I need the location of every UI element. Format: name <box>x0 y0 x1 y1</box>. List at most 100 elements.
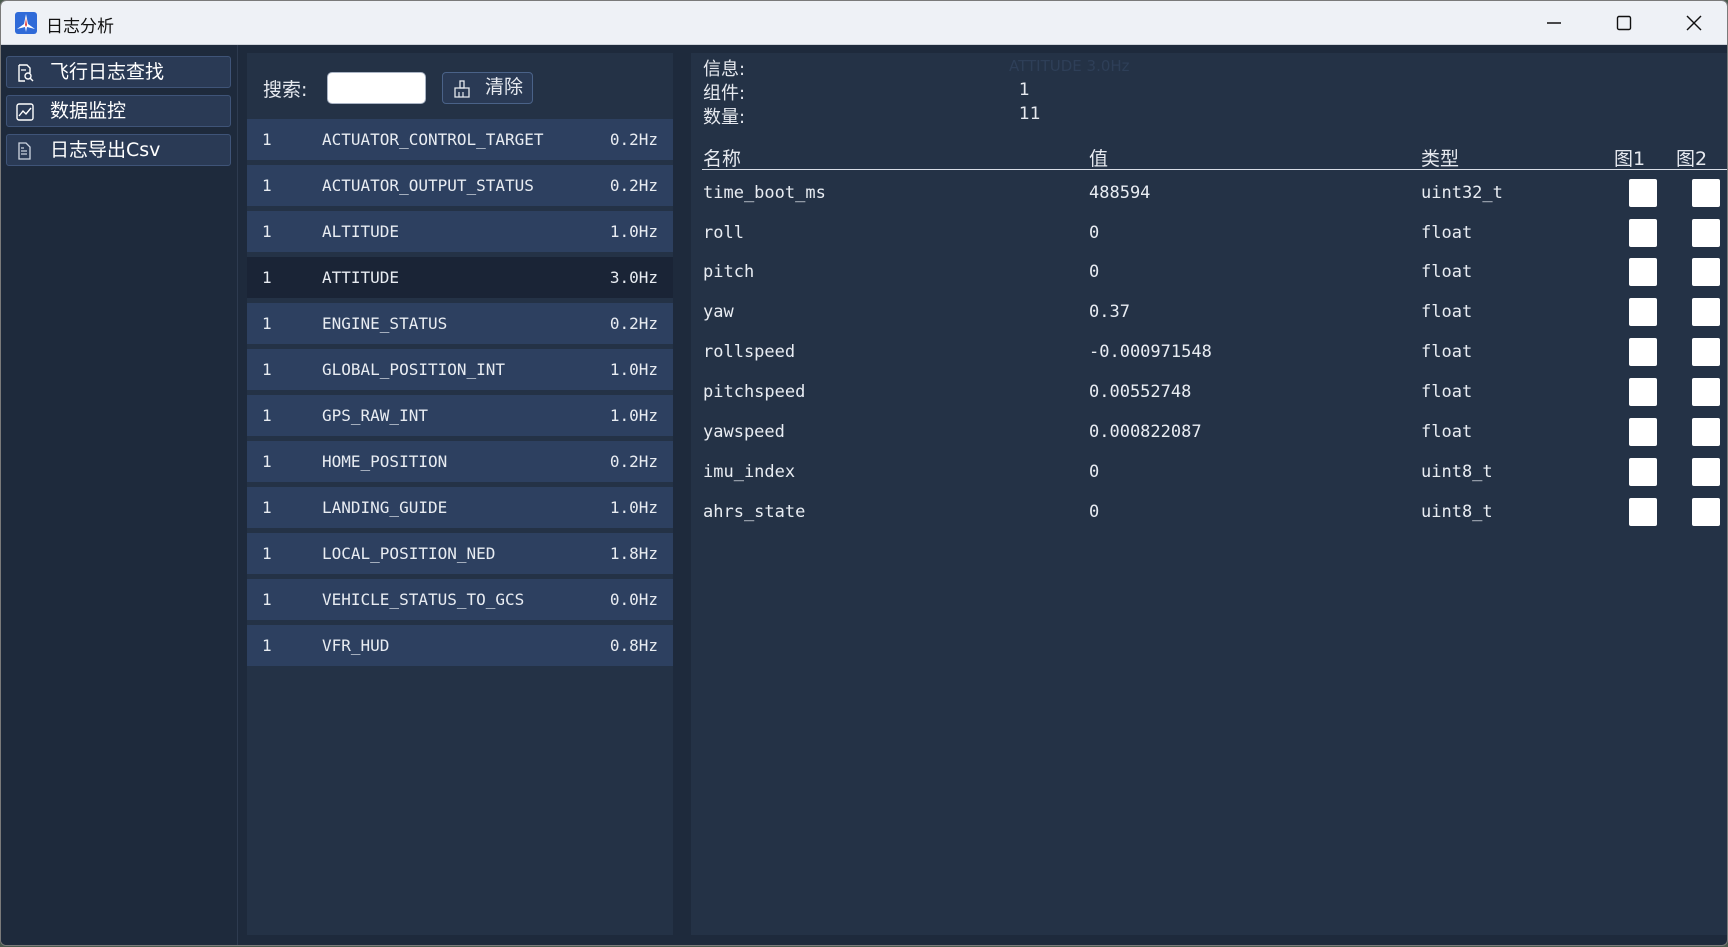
field-name: yawspeed <box>703 422 785 442</box>
broom-icon <box>452 80 472 104</box>
plot1-checkbox[interactable] <box>1629 418 1657 446</box>
count-value: 11 <box>1019 104 1041 124</box>
component-id: 1 <box>262 268 272 287</box>
message-rate: 0.0Hz <box>609 590 658 609</box>
plot1-checkbox[interactable] <box>1629 458 1657 486</box>
list-item[interactable]: 1 ACTUATOR_CONTROL_TARGET 0.2Hz <box>247 119 673 160</box>
plot1-checkbox[interactable] <box>1629 378 1657 406</box>
app-logo-icon <box>15 12 37 34</box>
list-item[interactable]: 1 GLOBAL_POSITION_INT 1.0Hz <box>247 349 673 390</box>
list-item[interactable]: 1 ACTUATOR_OUTPUT_STATUS 0.2Hz <box>247 165 673 206</box>
table-row: roll 0 float <box>702 214 1727 254</box>
table-row: time_boot_ms 488594 uint32_t <box>702 174 1727 214</box>
list-item[interactable]: 1 ENGINE_STATUS 0.2Hz <box>247 303 673 344</box>
sidebar-item-label: 数据监控 <box>50 100 127 122</box>
plot1-checkbox[interactable] <box>1629 338 1657 366</box>
component-id: 1 <box>262 314 272 333</box>
sidebar-item-label: 日志导出Csv <box>50 139 161 161</box>
plot2-checkbox[interactable] <box>1692 338 1720 366</box>
field-name: yaw <box>703 302 734 322</box>
component-label: 组件: <box>703 83 746 104</box>
message-list: 1 ACTUATOR_CONTROL_TARGET 0.2Hz 1 ACTUATOR_… <box>247 119 673 671</box>
list-item[interactable]: 1 GPS_RAW_INT 1.0Hz <box>247 395 673 436</box>
field-type: uint32_t <box>1421 183 1503 203</box>
message-rate: 1.0Hz <box>609 222 658 241</box>
chart-icon <box>16 103 34 126</box>
column-header-name: 名称 <box>703 148 742 170</box>
field-type: float <box>1421 382 1473 402</box>
message-name: GLOBAL_POSITION_INT <box>322 360 506 379</box>
field-value: 0 <box>1089 502 1100 522</box>
list-item[interactable]: 1 LANDING_GUIDE 1.0Hz <box>247 487 673 528</box>
title-bar: 日志分析 <box>1 1 1727 45</box>
field-value: 0 <box>1089 462 1100 482</box>
column-header-value: 值 <box>1089 148 1109 170</box>
table-row: yawspeed 0.000822087 float <box>702 413 1727 453</box>
sidebar-item-flight-log-search[interactable]: 飞行日志查找 <box>6 56 231 88</box>
message-rate: 1.0Hz <box>609 406 658 425</box>
field-value: 488594 <box>1089 183 1151 203</box>
minimize-icon <box>1547 22 1561 24</box>
plot2-checkbox[interactable] <box>1692 378 1720 406</box>
field-value: 0 <box>1089 262 1100 282</box>
field-name: ahrs_state <box>703 502 806 522</box>
field-name: pitchspeed <box>703 382 806 402</box>
component-id: 1 <box>262 498 272 517</box>
sidebar-item-export-csv[interactable]: 日志导出Csv <box>6 134 231 166</box>
message-detail-panel: 信息: ATTITUDE 3.0Hz 组件: 1 数量: 11 名称 值 类型 … <box>691 53 1727 935</box>
list-item[interactable]: 1 VFR_HUD 0.8Hz <box>247 625 673 666</box>
field-type: uint8_t <box>1421 502 1493 522</box>
plot2-checkbox[interactable] <box>1692 418 1720 446</box>
plot2-checkbox[interactable] <box>1692 219 1720 247</box>
maximize-icon <box>1616 15 1632 31</box>
export-file-icon <box>16 142 34 165</box>
component-id: 1 <box>262 406 272 425</box>
message-rate: 0.2Hz <box>609 130 658 149</box>
list-item[interactable]: 1 HOME_POSITION 0.2Hz <box>247 441 673 482</box>
list-item[interactable]: 1 LOCAL_POSITION_NED 1.8Hz <box>247 533 673 574</box>
component-id: 1 <box>262 176 272 195</box>
column-header-type: 类型 <box>1421 148 1460 170</box>
column-header-plot1: 图1 <box>1614 148 1646 170</box>
list-item[interactable]: 1 VEHICLE_STATUS_TO_GCS 0.0Hz <box>247 579 673 620</box>
plot2-checkbox[interactable] <box>1692 458 1720 486</box>
message-name: HOME_POSITION <box>322 452 448 471</box>
table-row: yaw 0.37 float <box>702 293 1727 333</box>
plot2-checkbox[interactable] <box>1692 179 1720 207</box>
message-name: ACTUATOR_CONTROL_TARGET <box>322 130 544 149</box>
maximize-button[interactable] <box>1589 1 1659 45</box>
sidebar-item-data-monitor[interactable]: 数据监控 <box>6 95 231 127</box>
plot2-checkbox[interactable] <box>1692 298 1720 326</box>
message-rate: 0.8Hz <box>609 636 658 655</box>
component-id: 1 <box>262 544 272 563</box>
component-id: 1 <box>262 590 272 609</box>
plot1-checkbox[interactable] <box>1629 258 1657 286</box>
plot1-checkbox[interactable] <box>1629 498 1657 526</box>
plot1-checkbox[interactable] <box>1629 298 1657 326</box>
table-row: imu_index 0 uint8_t <box>702 453 1727 493</box>
message-rate: 1.0Hz <box>609 360 658 379</box>
message-list-panel: 搜索: 清除 1 ACTUATOR_CONTROL_TARGET 0.2Hz 1 AC… <box>247 53 673 935</box>
plot1-checkbox[interactable] <box>1629 179 1657 207</box>
plot2-checkbox[interactable] <box>1692 258 1720 286</box>
list-item-selected[interactable]: 1 ATTITUDE 3.0Hz <box>247 257 673 298</box>
field-value: 0 <box>1089 223 1100 243</box>
component-id: 1 <box>262 452 272 471</box>
field-type: uint8_t <box>1421 462 1493 482</box>
search-input[interactable] <box>327 72 426 104</box>
plot2-checkbox[interactable] <box>1692 498 1720 526</box>
field-type: float <box>1421 422 1473 442</box>
field-name: roll <box>703 223 744 243</box>
message-name: ALTITUDE <box>322 222 400 241</box>
sidebar: 飞行日志查找 数据监控 日志导出Csv <box>1 45 238 945</box>
close-button[interactable] <box>1659 1 1727 45</box>
plot1-checkbox[interactable] <box>1629 219 1657 247</box>
component-id: 1 <box>262 636 272 655</box>
sidebar-item-label: 飞行日志查找 <box>50 61 165 83</box>
log-search-icon <box>16 64 34 87</box>
field-name: pitch <box>703 262 755 282</box>
minimize-button[interactable] <box>1519 1 1589 45</box>
info-value: ATTITUDE 3.0Hz <box>1009 57 1130 75</box>
clear-button[interactable]: 清除 <box>442 72 533 104</box>
list-item[interactable]: 1 ALTITUDE 1.0Hz <box>247 211 673 252</box>
